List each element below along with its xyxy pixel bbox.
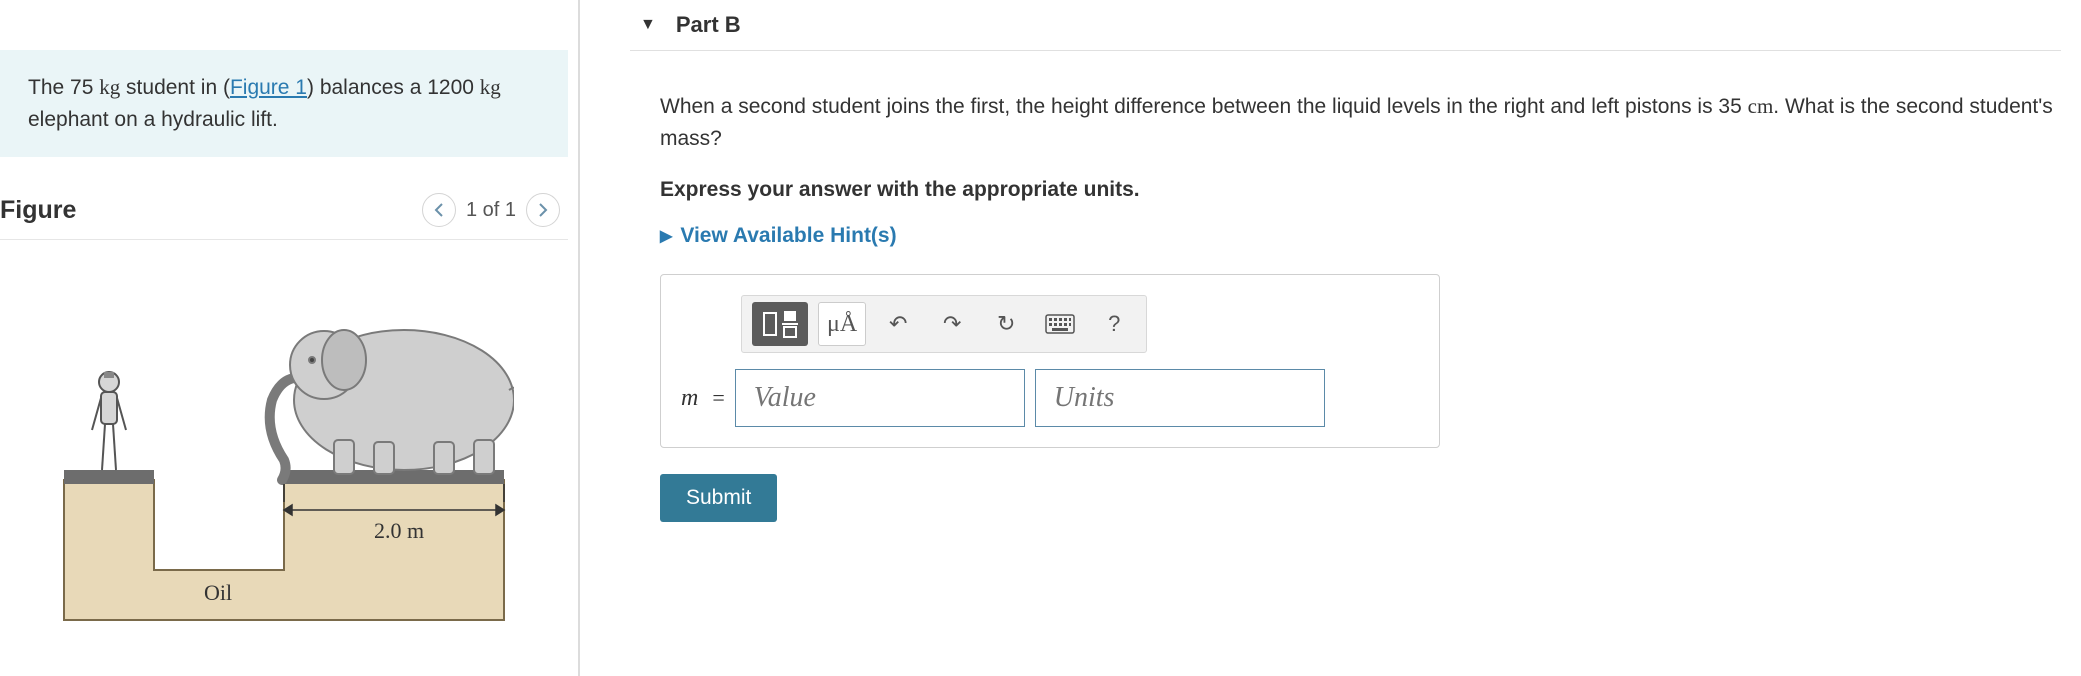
answer-instruction: Express your answer with the appropriate… <box>660 178 2061 202</box>
undo-icon: ↶ <box>889 311 907 337</box>
figure-prev-button[interactable] <box>422 193 456 227</box>
hints-toggle[interactable]: ▶ View Available Hint(s) <box>660 224 2061 248</box>
symbols-label: μÅ <box>827 311 857 338</box>
problem-statement: The 75 kg student in (Figure 1) balances… <box>0 50 568 157</box>
problem-text: The 75 <box>28 76 99 99</box>
figure-header: Figure 1 of 1 <box>0 187 568 240</box>
caret-down-icon: ▼ <box>640 16 656 34</box>
answer-input-row: m = <box>681 369 1419 427</box>
fraction-template-icon <box>760 309 800 339</box>
figure-nav: 1 of 1 <box>422 193 560 227</box>
hydraulic-lift-diagram: 2.0 m Oil <box>54 270 514 640</box>
problem-text: student in ( <box>120 76 230 99</box>
figure-counter: 1 of 1 <box>466 199 516 222</box>
unit-cm: cm <box>1748 94 1774 118</box>
chevron-left-icon <box>434 203 444 217</box>
chevron-right-icon <box>538 203 548 217</box>
figure-heading: Figure <box>0 196 76 225</box>
part-header[interactable]: ▼ Part B <box>630 0 2061 51</box>
units-input[interactable] <box>1035 369 1325 427</box>
help-button[interactable]: ? <box>1092 302 1136 346</box>
fluid-label: Oil <box>204 580 232 605</box>
hints-label: View Available Hint(s) <box>680 224 896 248</box>
left-pane: The 75 kg student in (Figure 1) balances… <box>0 0 580 676</box>
keyboard-icon <box>1045 314 1075 334</box>
figure-next-button[interactable] <box>526 193 560 227</box>
templates-button[interactable] <box>752 302 808 346</box>
question-text: When a second student joins the first, t… <box>660 91 2060 154</box>
variable-label: m <box>681 385 698 412</box>
value-input[interactable] <box>735 369 1025 427</box>
figure-image: 2.0 m Oil <box>0 240 568 640</box>
problem-text: ) balances a 1200 <box>307 76 480 99</box>
redo-button[interactable]: ↷ <box>930 302 974 346</box>
unit-kg: kg <box>480 75 501 99</box>
equals-sign: = <box>712 385 724 411</box>
problem-text: elephant on a hydraulic lift. <box>28 108 278 131</box>
equation-toolbar: μÅ ↶ ↷ ↻ ? <box>741 295 1147 353</box>
part-label: Part B <box>676 12 741 38</box>
answer-box: μÅ ↶ ↷ ↻ ? m = <box>660 274 1440 448</box>
symbols-button[interactable]: μÅ <box>818 302 866 346</box>
unit-kg: kg <box>99 75 120 99</box>
submit-button[interactable]: Submit <box>660 474 777 522</box>
right-pane: ▼ Part B When a second student joins the… <box>580 0 2081 676</box>
reset-icon: ↻ <box>997 311 1015 337</box>
undo-button[interactable]: ↶ <box>876 302 920 346</box>
redo-icon: ↷ <box>943 311 961 337</box>
dimension-label: 2.0 m <box>374 518 424 543</box>
reset-button[interactable]: ↻ <box>984 302 1028 346</box>
caret-right-icon: ▶ <box>660 226 672 246</box>
question-segment: When a second student joins the first, t… <box>660 95 1748 118</box>
keyboard-button[interactable] <box>1038 302 1082 346</box>
figure-link[interactable]: Figure 1 <box>230 76 307 99</box>
help-icon: ? <box>1108 311 1120 337</box>
